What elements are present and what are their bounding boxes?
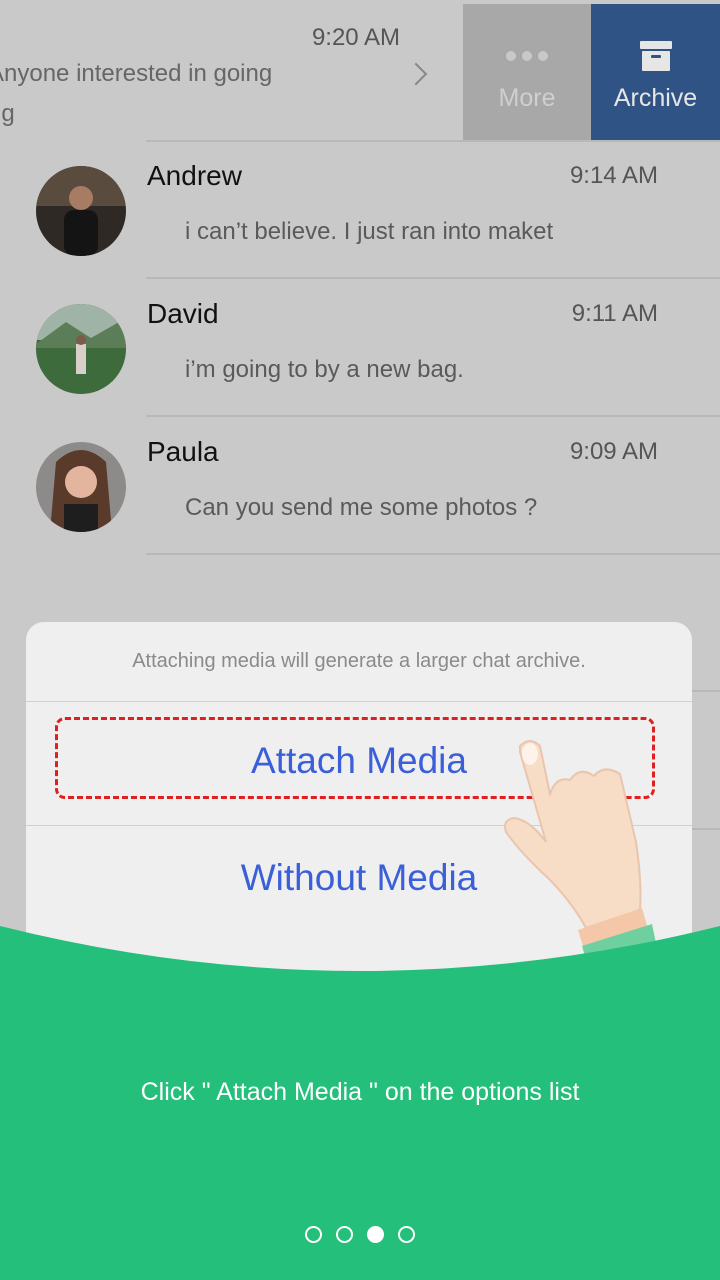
message-preview: Can you send me some photos ? — [185, 494, 538, 521]
page-dot-active[interactable] — [367, 1226, 384, 1243]
avatar — [36, 442, 126, 532]
conversation-preview-line-2: ng — [0, 100, 15, 127]
contact-name: Andrew — [147, 160, 242, 191]
row-divider — [690, 828, 720, 830]
message-preview: i’m going to by a new bag. — [185, 356, 464, 383]
avatar — [36, 166, 126, 256]
archive-box-icon — [640, 41, 672, 71]
tutorial-instruction: Click " Attach Media " on the options li… — [140, 1078, 580, 1106]
swiped-conversation-row[interactable]: 9:20 AM Anyone interested in going ng Mo… — [0, 4, 720, 140]
swiped-conversation-content[interactable]: 9:20 AM Anyone interested in going ng — [0, 4, 463, 140]
action-sheet-caption: Attaching media will generate a larger c… — [132, 650, 586, 672]
contact-name: Paula — [147, 436, 219, 467]
more-button[interactable]: More — [463, 4, 591, 140]
conversation-row-andrew[interactable]: Andrew 9:14 AM i can’t believe. I just r… — [0, 140, 720, 278]
conversation-row-paula[interactable]: Paula 9:09 AM Can you send me some photo… — [0, 416, 720, 554]
archive-button[interactable]: Archive — [591, 4, 720, 140]
conversation-time: 9:14 AM — [569, 162, 658, 189]
chat-list-screen: 9:20 AM Anyone interested in going ng Mo… — [0, 0, 720, 1280]
conversation-time: 9:20 AM — [311, 24, 400, 51]
contact-name: David — [147, 298, 219, 329]
page-dot[interactable] — [398, 1226, 415, 1243]
conversation-row-david[interactable]: David 9:11 AM i’m going to by a new bag. — [0, 278, 720, 416]
conversation-time: 9:11 AM — [571, 300, 658, 327]
row-divider — [690, 690, 720, 692]
page-dot[interactable] — [336, 1226, 353, 1243]
archive-button-label: Archive — [613, 84, 698, 112]
more-dots-icon — [463, 48, 591, 66]
page-indicator[interactable] — [0, 1226, 720, 1243]
more-button-label: More — [498, 84, 556, 112]
message-preview: i can’t believe. I just ran into maket — [185, 218, 554, 245]
row-divider — [146, 553, 720, 555]
page-dot[interactable] — [305, 1226, 322, 1243]
conversation-preview-line-1: Anyone interested in going — [0, 60, 273, 87]
conversation-time: 9:09 AM — [569, 438, 658, 465]
avatar — [36, 304, 126, 394]
chevron-right-icon — [404, 62, 428, 86]
